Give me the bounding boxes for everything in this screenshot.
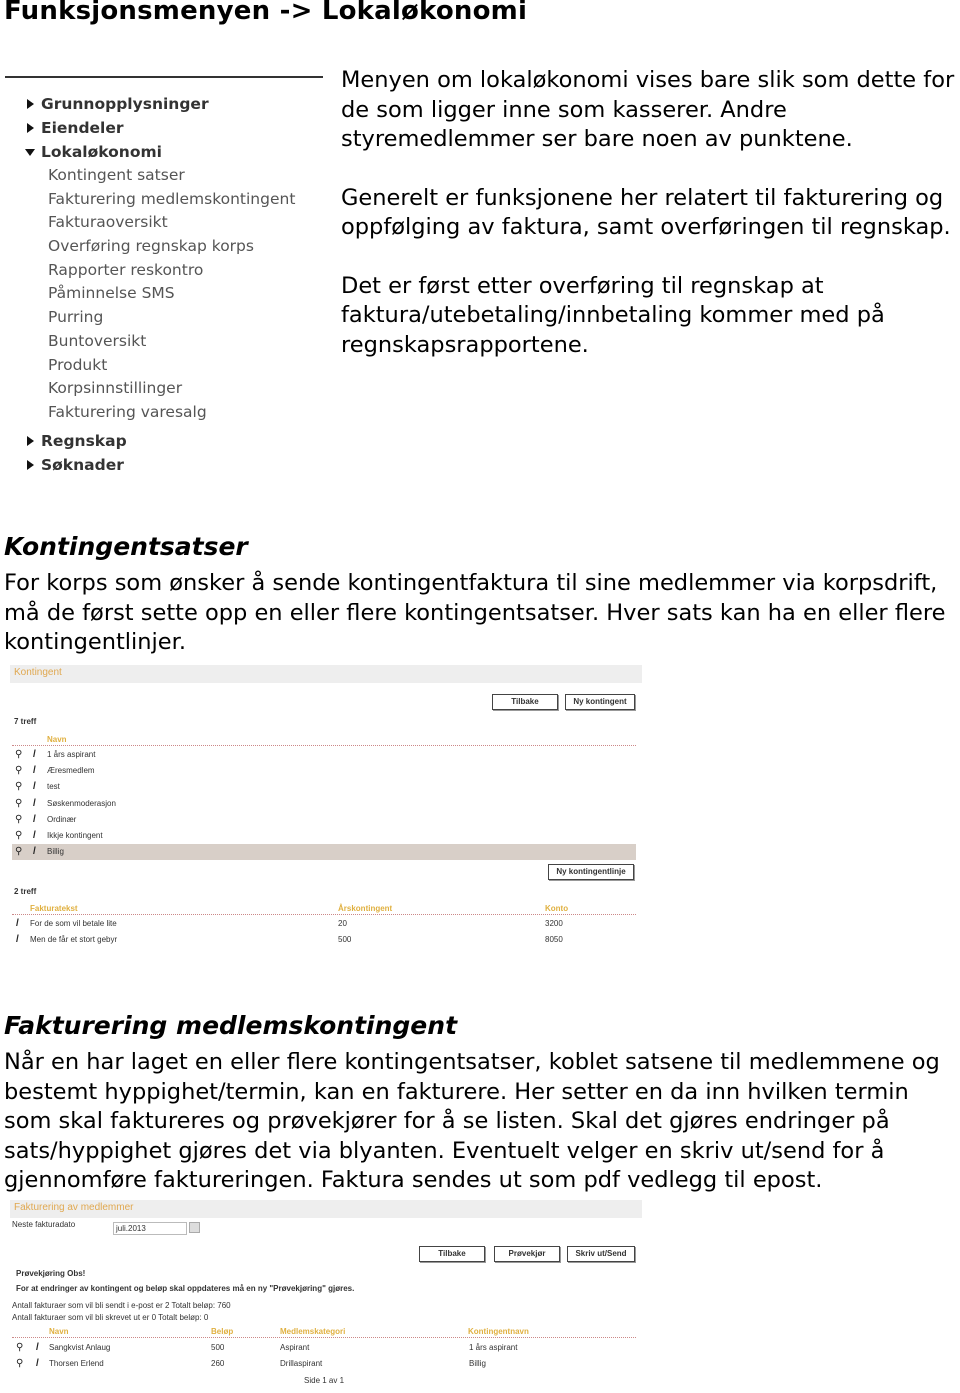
menu-item[interactable]: Regnskap xyxy=(5,429,323,453)
pencil-icon[interactable]: / xyxy=(33,828,36,844)
pencil-icon[interactable]: / xyxy=(33,763,36,779)
menu-item[interactable]: Søknader xyxy=(5,453,323,477)
section-text: Når en har laget en eller flere kontinge… xyxy=(4,1049,940,1193)
pencil-icon[interactable]: / xyxy=(33,747,36,763)
kontingent-screenshot: Kontingent Tilbake Ny kontingent 7 treff… xyxy=(10,665,642,955)
menu-item-lokalokonomi[interactable]: Lokaløkonomi xyxy=(5,140,323,164)
pencil-icon[interactable]: / xyxy=(33,812,36,828)
column-header: Navn xyxy=(47,735,67,744)
submenu-item[interactable]: Kontingent satser xyxy=(5,164,323,188)
paragraph: Generelt er funksjonene her relatert til… xyxy=(341,184,951,241)
table-row[interactable]: ⚲ / Thorsen Erlend 260 Drillaspirant Billig xyxy=(12,1356,636,1372)
section-heading: Fakturering medlemskontingent xyxy=(4,1011,458,1040)
pager: Side 1 av 1 xyxy=(304,1376,345,1385)
submenu-item[interactable]: Buntoversikt xyxy=(5,330,323,354)
fakturering-screenshot: Fakturering av medlemmer Neste fakturada… xyxy=(10,1200,642,1390)
paragraph: Menyen om lokaløkonomi vises bare slik s… xyxy=(341,67,955,152)
page-title: Funksjonsmenyen -> Lokaløkonomi xyxy=(4,0,528,26)
back-button[interactable]: Tilbake xyxy=(492,694,558,710)
column-header: Årskontingent xyxy=(338,904,393,913)
magnifier-icon[interactable]: ⚲ xyxy=(16,1356,23,1372)
menu-item[interactable]: Eiendeler xyxy=(5,116,323,140)
triangle-right-icon xyxy=(27,123,34,133)
submenu-item[interactable]: Påminnelse SMS xyxy=(5,282,323,306)
divider xyxy=(12,745,636,746)
menu-item[interactable]: Grunnopplysninger xyxy=(5,92,323,116)
pencil-icon[interactable]: / xyxy=(36,1340,39,1356)
magnifier-icon[interactable]: ⚲ xyxy=(15,763,22,779)
column-header: Kontingentnavn xyxy=(468,1327,529,1336)
intro-text: Menyen om lokaløkonomi vises bare slik s… xyxy=(341,66,960,389)
paragraph: Det er først etter overføring til regnsk… xyxy=(341,272,885,358)
pencil-icon[interactable]: / xyxy=(33,844,36,860)
date-label: Neste fakturadato xyxy=(12,1220,76,1229)
test-run-button[interactable]: Prøvekjør xyxy=(494,1246,560,1262)
table-row[interactable]: ⚲ / Sangkvist Anlaug 500 Aspirant 1 års aspir… xyxy=(12,1340,636,1356)
new-kontingent-button[interactable]: Ny kontingent xyxy=(565,694,635,710)
triangle-right-icon xyxy=(27,459,34,470)
panel-header: Fakturering av medlemmer xyxy=(10,1200,642,1218)
column-header: Beløp xyxy=(211,1327,234,1336)
submenu-item[interactable]: Overføring regnskap korps xyxy=(5,235,323,259)
pencil-icon[interactable]: / xyxy=(33,779,36,795)
hit-count: 2 treff xyxy=(14,887,37,896)
submenu-item[interactable]: Rapporter reskontro xyxy=(5,259,323,283)
new-line-button[interactable]: Ny kontingentlinje xyxy=(548,864,634,880)
function-menu: Grunnopplysninger Eiendeler Lokaløkonomi … xyxy=(5,76,323,477)
pencil-icon[interactable]: / xyxy=(16,916,19,932)
triangle-right-icon xyxy=(27,435,34,446)
submenu-item[interactable]: Fakturering varesalg xyxy=(5,401,323,425)
date-input[interactable]: juli.2013 xyxy=(113,1222,187,1235)
triangle-down-icon xyxy=(25,149,35,156)
pencil-icon[interactable]: / xyxy=(36,1356,39,1372)
magnifier-icon[interactable]: ⚲ xyxy=(15,828,22,844)
submenu-item[interactable]: Fakturaoversikt xyxy=(5,211,323,235)
section-text: For korps som ønsker å sende kontingentf… xyxy=(4,570,946,655)
info-text: Antall fakturaer som vil bli sendt i e-p… xyxy=(12,1301,231,1310)
table-row[interactable]: ⚲ / test xyxy=(12,779,636,795)
column-header: Konto xyxy=(545,904,569,913)
submenu-item[interactable]: Produkt xyxy=(5,354,323,378)
pencil-icon[interactable]: / xyxy=(16,932,19,948)
panel-header: Kontingent xyxy=(10,665,642,683)
section-heading: Kontingentsatser xyxy=(4,532,248,561)
table-row[interactable]: / Men de får et stort gebyr 500 8050 xyxy=(12,932,636,948)
divider xyxy=(12,1337,636,1338)
triangle-right-icon xyxy=(27,99,34,109)
magnifier-icon[interactable]: ⚲ xyxy=(15,747,22,763)
table-row[interactable]: ⚲ / Ordinær xyxy=(12,812,636,828)
column-header: Medlemskategori xyxy=(280,1327,346,1336)
magnifier-icon[interactable]: ⚲ xyxy=(15,779,22,795)
column-header: Navn xyxy=(49,1327,69,1336)
submenu-item[interactable]: Fakturering medlemskontingent xyxy=(5,188,323,212)
table-row[interactable]: ⚲ / Ikkje kontingent xyxy=(12,828,636,844)
divider xyxy=(12,914,636,915)
warning-text: For at endringer av kontingent og beløp … xyxy=(16,1284,355,1293)
divider xyxy=(5,76,323,78)
info-text: Antall fakturaer som vil bli skrevet ut … xyxy=(12,1313,209,1322)
pencil-icon[interactable]: / xyxy=(33,796,36,812)
back-button[interactable]: Tilbake xyxy=(419,1246,485,1262)
submenu-item[interactable]: Korpsinnstillinger xyxy=(5,377,323,401)
table-row[interactable]: ⚲ / Æresmedlem xyxy=(12,763,636,779)
magnifier-icon[interactable]: ⚲ xyxy=(16,1340,23,1356)
magnifier-icon[interactable]: ⚲ xyxy=(15,796,22,812)
table-row[interactable]: ⚲ / Søskenmoderasjon xyxy=(12,796,636,812)
table-row[interactable]: / For de som vil betale lite 20 3200 xyxy=(12,916,636,932)
table-row[interactable]: ⚲ / Billig xyxy=(12,844,636,861)
magnifier-icon[interactable]: ⚲ xyxy=(15,812,22,828)
submenu-item[interactable]: Purring xyxy=(5,306,323,330)
table-row[interactable]: ⚲/1 års aspirant xyxy=(12,747,636,763)
warning-title: Prøvekjøring Obs! xyxy=(16,1269,86,1278)
magnifier-icon[interactable]: ⚲ xyxy=(15,844,22,860)
calendar-icon[interactable] xyxy=(189,1222,200,1233)
hit-count: 7 treff xyxy=(14,717,37,726)
column-header: Fakturatekst xyxy=(30,904,78,913)
print-send-button[interactable]: Skriv ut/Send xyxy=(567,1246,635,1262)
